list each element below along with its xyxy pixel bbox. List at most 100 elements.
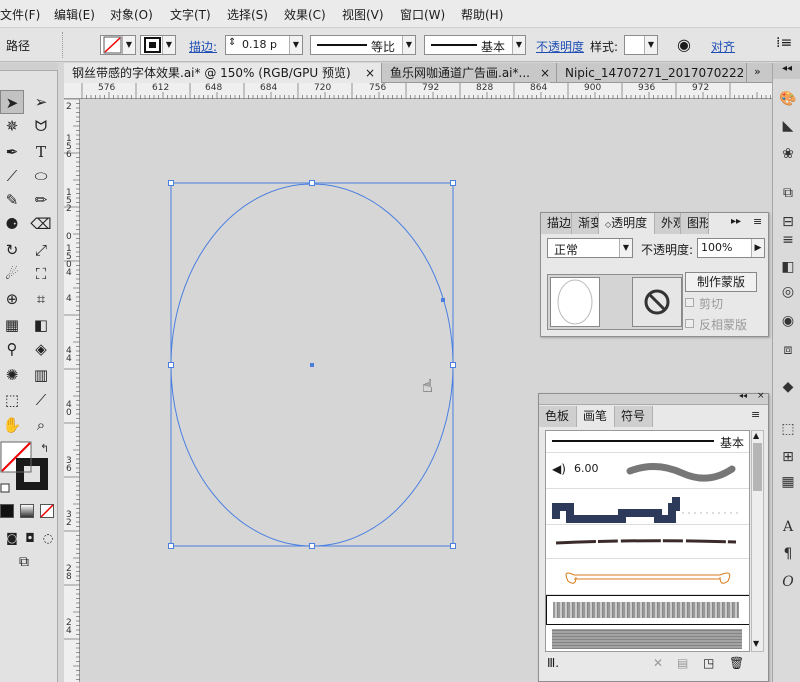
menu-select[interactable]: 选择(S): [227, 6, 268, 23]
brush-item-chalk[interactable]: [546, 595, 749, 625]
tab-document-3[interactable]: Nipic_14707271_2017070222: [557, 63, 747, 83]
brush-item-art-ribbon[interactable]: [546, 559, 749, 595]
scroll-up-icon[interactable]: ▲: [753, 431, 759, 440]
stepper-icon[interactable]: ⇕: [228, 37, 236, 48]
remove-brush-stroke-icon[interactable]: ✕: [653, 656, 663, 670]
zoom-tool-icon[interactable]: ⌕: [29, 413, 53, 437]
paintbrush-tool-icon[interactable]: ✎: [0, 188, 24, 212]
draw-inside-icon[interactable]: ◌: [36, 526, 60, 550]
scale-tool-icon[interactable]: ⤢: [29, 238, 53, 262]
transparency-icon[interactable]: ◎: [779, 283, 797, 301]
character-icon[interactable]: A: [779, 518, 797, 536]
opentype-icon[interactable]: O: [779, 573, 797, 591]
graphic-styles-icon[interactable]: ⧈: [779, 341, 797, 359]
menu-window[interactable]: 窗口(W): [400, 6, 445, 23]
tab-appearance[interactable]: 外观: [655, 213, 681, 234]
opacity-link[interactable]: 不透明度: [536, 38, 584, 55]
perspective-grid-tool-icon[interactable]: ⌗: [29, 287, 53, 311]
menu-help[interactable]: 帮助(H): [461, 6, 503, 23]
navigator-icon[interactable]: ▦: [779, 473, 797, 491]
slice-tool-icon[interactable]: ⟋: [29, 388, 53, 412]
stroke-weight-field[interactable]: ⇕ 0.18 p ▼: [225, 35, 303, 55]
gradient-tool-icon[interactable]: ◧: [29, 313, 53, 337]
color-mode-button[interactable]: [0, 504, 14, 518]
align-icon[interactable]: ⊟: [779, 213, 797, 231]
tab-document-1[interactable]: 钢丝带感的字体效果.ai* @ 150% (RGB/GPU 预览) ×: [64, 63, 382, 83]
brush-item-bristle[interactable]: [546, 625, 749, 651]
panel-menu-icon[interactable]: ≡: [751, 408, 760, 421]
mask-thumbnail[interactable]: [632, 277, 682, 327]
panel-menu-icon[interactable]: ≡: [753, 215, 762, 228]
lasso-tool-icon[interactable]: ᗢ: [29, 114, 53, 138]
pathfinder-icon[interactable]: ⊞: [779, 448, 797, 466]
stroke-icon[interactable]: ≡: [779, 231, 797, 249]
panel-expand-icon[interactable]: ▸▸: [731, 216, 741, 227]
expand-panels-icon[interactable]: ◂◂: [773, 63, 800, 79]
tab-overflow-icon[interactable]: »: [754, 65, 761, 78]
blend-tool-icon[interactable]: ◈: [29, 337, 53, 361]
tab-symbols[interactable]: 符号: [615, 406, 653, 427]
menu-type[interactable]: 文字(T): [170, 6, 211, 23]
ellipse-tool-icon[interactable]: ⬭: [29, 164, 53, 188]
color-guide-icon[interactable]: 🎨: [779, 90, 797, 108]
menu-edit[interactable]: 编辑(E): [54, 6, 95, 23]
menu-file[interactable]: 文件(F): [0, 6, 40, 23]
screen-mode-icon[interactable]: ⧉: [12, 550, 36, 574]
tab-transparency[interactable]: ◇透明度: [599, 213, 655, 234]
direct-selection-tool-icon[interactable]: ➢: [29, 90, 53, 114]
panel-menu-icon[interactable]: ⁞≡: [776, 35, 792, 51]
scrollbar-thumb[interactable]: [753, 443, 762, 491]
pencil-tool-icon[interactable]: ✏: [29, 188, 53, 212]
eyedropper-tool-icon[interactable]: ⚲: [0, 337, 24, 361]
layers-icon[interactable]: ◆: [779, 378, 797, 396]
transform-icon[interactable]: ⬚: [779, 420, 797, 438]
tab-stroke[interactable]: 描边: [541, 213, 572, 234]
opacity-field[interactable]: 100% ▶: [697, 238, 765, 258]
rotate-tool-icon[interactable]: ↻: [0, 238, 24, 262]
artwork-thumbnail[interactable]: [550, 277, 600, 327]
column-graph-tool-icon[interactable]: ▥: [29, 363, 53, 387]
artboard-tool-icon[interactable]: ⬚: [0, 388, 24, 412]
close-icon[interactable]: ×: [365, 63, 375, 83]
symbol-sprayer-tool-icon[interactable]: ✺: [0, 363, 24, 387]
brush-libraries-icon[interactable]: Ⅲ.: [547, 656, 559, 670]
gradient-icon[interactable]: ◧: [779, 258, 797, 276]
make-mask-button[interactable]: 制作蒙版: [685, 272, 757, 292]
new-brush-icon[interactable]: ◳: [703, 656, 714, 670]
mesh-tool-icon[interactable]: ▦: [0, 313, 24, 337]
variable-width-profile-dropdown[interactable]: 等比 ▼: [310, 35, 416, 55]
brush-options-icon[interactable]: ▤: [677, 656, 688, 670]
fill-swatch-dropdown[interactable]: ▼: [100, 35, 136, 55]
graphic-style-dropdown[interactable]: ▼: [624, 35, 658, 55]
close-icon[interactable]: ×: [537, 63, 550, 83]
collapse-icon[interactable]: ◂◂: [739, 391, 747, 400]
warp-tool-icon[interactable]: ☄: [0, 262, 24, 286]
recolor-artwork-icon[interactable]: ◉: [677, 35, 691, 54]
magic-wand-tool-icon[interactable]: ✵: [0, 114, 24, 138]
scroll-down-icon[interactable]: ▼: [753, 639, 759, 648]
fill-stroke-swatches[interactable]: ↰: [0, 438, 58, 500]
line-segment-tool-icon[interactable]: ⟋: [0, 164, 24, 188]
symbols-icon[interactable]: ❀: [779, 145, 797, 163]
clip-checkbox[interactable]: [685, 298, 694, 307]
brush-item-pattern[interactable]: [546, 489, 749, 525]
menu-object[interactable]: 对象(O): [110, 6, 153, 23]
color-icon[interactable]: ◣: [779, 117, 797, 135]
close-icon[interactable]: ×: [757, 391, 765, 401]
menu-effect[interactable]: 效果(C): [284, 6, 326, 23]
artboards-icon[interactable]: ⧉: [779, 184, 797, 202]
align-link[interactable]: 对齐: [711, 38, 735, 55]
type-tool-icon[interactable]: T: [29, 140, 53, 164]
blob-brush-tool-icon[interactable]: ⚈: [0, 212, 24, 236]
tab-brushes[interactable]: 画笔: [577, 406, 615, 427]
brush-item-charcoal[interactable]: [546, 525, 749, 559]
stroke-swatch-dropdown[interactable]: ▼: [140, 35, 176, 55]
invert-mask-checkbox[interactable]: [685, 319, 694, 328]
selection-tool-icon[interactable]: ➤: [0, 90, 24, 114]
gradient-mode-button[interactable]: [20, 504, 34, 518]
none-mode-button[interactable]: [40, 504, 54, 518]
eraser-tool-icon[interactable]: ⌫: [29, 212, 53, 236]
tab-document-2[interactable]: 鱼乐网咖通道广告画.ai*... ×: [382, 63, 557, 83]
tab-gradient[interactable]: 渐变: [572, 213, 599, 234]
tab-graphic-styles[interactable]: 图形: [681, 213, 709, 234]
